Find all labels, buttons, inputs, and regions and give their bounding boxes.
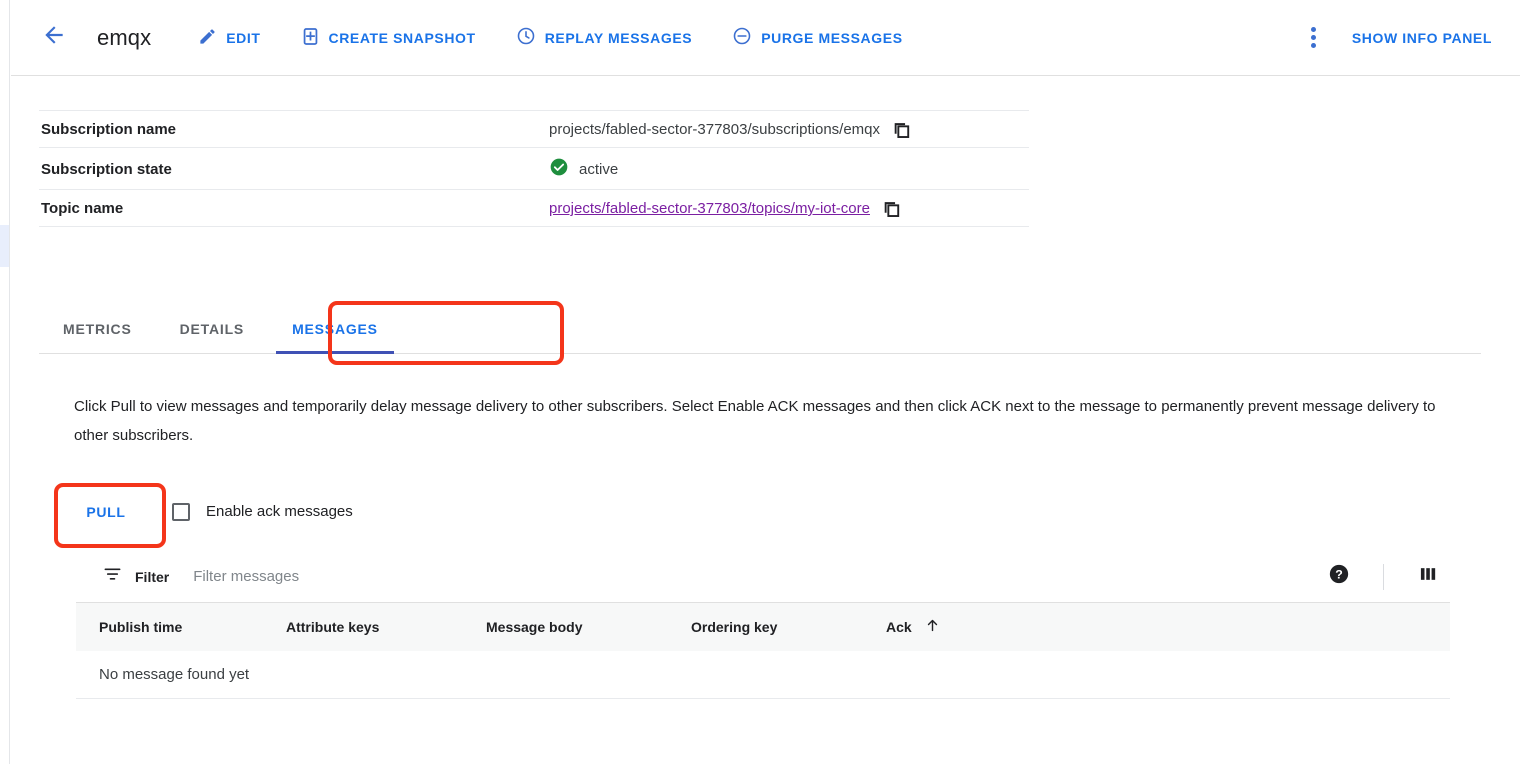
messages-description: Click Pull to view messages and temporar… xyxy=(74,392,1444,450)
subscription-info-table: Subscription name projects/fabled-sector… xyxy=(39,110,1029,227)
tab-messages[interactable]: MESSAGES xyxy=(268,305,402,353)
messages-table-card: Filter ? xyxy=(76,551,1450,699)
column-header-ordering-key[interactable]: Ordering key xyxy=(691,603,886,651)
tab-messages-label: MESSAGES xyxy=(292,321,378,337)
copy-icon[interactable] xyxy=(892,120,911,139)
filter-right-group: ? xyxy=(1317,555,1450,599)
left-rail xyxy=(0,0,10,764)
filter-input[interactable] xyxy=(191,567,615,586)
enable-ack-group: Enable ack messages xyxy=(172,503,353,521)
svg-text:?: ? xyxy=(1335,568,1343,582)
edit-button[interactable]: EDIT xyxy=(198,19,260,57)
subscription-name-label: Subscription name xyxy=(39,111,549,148)
column-settings-button[interactable] xyxy=(1406,555,1450,599)
messages-table-head: Publish time Attribute keys Message body… xyxy=(76,603,1450,651)
column-header-publish-time-label: Publish time xyxy=(99,619,182,635)
create-snapshot-button-label: CREATE SNAPSHOT xyxy=(329,31,476,45)
column-settings-icon xyxy=(1418,564,1438,589)
subscription-state-value-cell: active xyxy=(549,148,1029,190)
arrow-left-icon xyxy=(41,22,67,53)
messages-table-body: No message found yet xyxy=(76,651,1450,699)
filter-left-group: Filter xyxy=(103,565,615,589)
check-circle-icon xyxy=(549,157,569,181)
header-action-bar: EDIT CREATE SNAPSHOT REPLAY MESSAGES xyxy=(198,18,942,57)
purge-messages-button-label: PURGE MESSAGES xyxy=(761,31,902,45)
topic-name-link[interactable]: projects/fabled-sector-377803/topics/my-… xyxy=(549,200,870,217)
status-badge: active xyxy=(579,161,618,178)
empty-state-text: No message found yet xyxy=(76,651,1450,699)
pull-controls-row: PULL Enable ack messages xyxy=(54,483,353,540)
tab-details[interactable]: DETAILS xyxy=(156,305,268,353)
column-header-attribute-keys-label: Attribute keys xyxy=(286,619,379,635)
column-header-ack[interactable]: Ack xyxy=(886,603,1450,651)
column-header-ordering-key-label: Ordering key xyxy=(691,619,777,635)
subscription-name-value: projects/fabled-sector-377803/subscripti… xyxy=(549,121,880,138)
table-header-row: Publish time Attribute keys Message body… xyxy=(76,603,1450,651)
page-header: emqx EDIT CREATE SNAPSHOT xyxy=(11,0,1520,76)
show-info-panel-button[interactable]: SHOW INFO PANEL xyxy=(1352,30,1492,46)
tab-metrics[interactable]: METRICS xyxy=(39,305,156,353)
subscription-name-value-cell: projects/fabled-sector-377803/subscripti… xyxy=(549,111,1029,148)
filter-bar: Filter ? xyxy=(76,551,1450,603)
topic-name-label: Topic name xyxy=(39,190,549,227)
help-circle-icon: ? xyxy=(1328,563,1350,590)
enable-ack-label[interactable]: Enable ack messages xyxy=(206,503,353,520)
edit-button-label: EDIT xyxy=(226,31,260,45)
back-button[interactable] xyxy=(33,17,75,59)
left-rail-active-tint xyxy=(0,225,9,267)
page-title: emqx xyxy=(97,25,151,51)
snapshot-add-icon xyxy=(301,27,320,49)
tab-bar: METRICS DETAILS MESSAGES xyxy=(39,305,1481,354)
topic-name-value-cell: projects/fabled-sector-377803/topics/my-… xyxy=(549,190,1029,227)
minus-circle-icon xyxy=(732,26,752,49)
tab-details-label: DETAILS xyxy=(180,321,244,337)
copy-icon[interactable] xyxy=(882,199,901,218)
replay-messages-button-label: REPLAY MESSAGES xyxy=(545,31,693,45)
table-row: No message found yet xyxy=(76,651,1450,699)
table-row: Topic name projects/fabled-sector-377803… xyxy=(39,190,1029,227)
pull-button[interactable]: PULL xyxy=(54,483,158,540)
tab-metrics-label: METRICS xyxy=(63,321,132,337)
replay-messages-button[interactable]: REPLAY MESSAGES xyxy=(516,18,693,57)
messages-table: Publish time Attribute keys Message body… xyxy=(76,603,1450,699)
column-header-ack-label: Ack xyxy=(886,619,912,635)
kebab-menu-icon[interactable] xyxy=(1298,22,1330,54)
purge-messages-button[interactable]: PURGE MESSAGES xyxy=(732,18,902,57)
divider xyxy=(1383,564,1384,590)
column-header-message-body-label: Message body xyxy=(486,619,582,635)
table-row: Subscription name projects/fabled-sector… xyxy=(39,111,1029,148)
filter-icon[interactable] xyxy=(103,565,122,589)
subscription-state-label: Subscription state xyxy=(39,148,549,190)
arrow-up-icon xyxy=(924,617,941,637)
enable-ack-checkbox[interactable] xyxy=(172,503,190,521)
column-header-publish-time[interactable]: Publish time xyxy=(76,603,286,651)
pencil-icon xyxy=(198,27,217,49)
table-row: Subscription state active xyxy=(39,148,1029,190)
clock-icon xyxy=(516,26,536,49)
column-header-message-body[interactable]: Message body xyxy=(486,603,691,651)
header-right-group: SHOW INFO PANEL xyxy=(1298,22,1492,54)
filter-label: Filter xyxy=(135,569,169,585)
column-header-attribute-keys[interactable]: Attribute keys xyxy=(286,603,486,651)
create-snapshot-button[interactable]: CREATE SNAPSHOT xyxy=(301,19,476,57)
help-button[interactable]: ? xyxy=(1317,555,1361,599)
